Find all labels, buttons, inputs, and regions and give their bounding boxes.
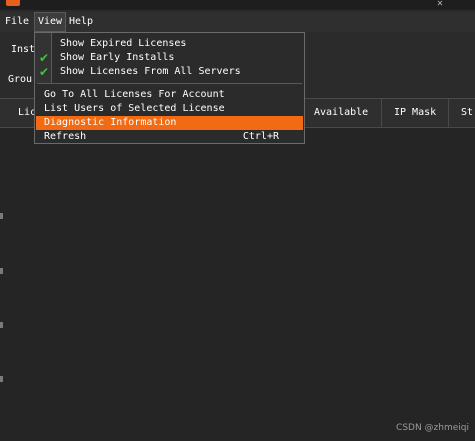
title-bar: ✕ [0, 0, 475, 10]
menu-item-show-licenses-all-servers[interactable]: ✔ Show Licenses From All Servers [36, 65, 303, 79]
menu-item-label: List Users of Selected License [44, 103, 225, 114]
watermark: CSDN @zhmeiqi [396, 423, 469, 433]
menu-item-shortcut: Ctrl+R [242, 131, 279, 142]
menu-item-show-early-installs[interactable]: ✔ Show Early Installs [36, 51, 303, 65]
menu-item-go-to-all-licenses[interactable]: Go To All Licenses For Account [36, 88, 303, 102]
menu-view[interactable]: View [34, 12, 67, 32]
scroll-mark [0, 376, 3, 382]
license-table-body[interactable] [0, 128, 475, 441]
app-icon [6, 0, 20, 6]
checkmark-icon: ✔ [39, 65, 50, 79]
menu-item-label: Diagnostic Information [44, 117, 177, 128]
menu-item-label: Show Expired Licenses [60, 38, 187, 49]
menu-item-label: Refresh [44, 131, 87, 142]
scroll-mark [0, 213, 3, 219]
column-header-available[interactable]: Available [304, 99, 381, 127]
menu-separator [37, 83, 302, 84]
column-header-ip-mask[interactable]: IP Mask [381, 99, 448, 127]
menu-item-diagnostic-information[interactable]: Diagnostic Information [36, 116, 303, 130]
menu-item-list-users[interactable]: List Users of Selected License [36, 102, 303, 116]
scroll-mark [0, 268, 3, 274]
menu-item-refresh[interactable]: Refresh Ctrl+R [36, 130, 303, 144]
menu-file[interactable]: File [2, 12, 32, 32]
install-label[interactable]: Inst [11, 44, 35, 55]
menu-item-label: Show Early Installs [60, 52, 175, 63]
menu-help[interactable]: Help [66, 12, 96, 32]
group-label: Grou [8, 74, 33, 85]
close-window-icon[interactable]: ✕ [433, 0, 447, 8]
view-menu-dropdown: Show Expired Licenses ✔ Show Early Insta… [34, 32, 305, 144]
menu-item-show-expired-licenses[interactable]: Show Expired Licenses [36, 37, 303, 51]
menu-bar: File View Help [0, 12, 475, 32]
menu-item-label: Go To All Licenses For Account [44, 89, 225, 100]
menu-item-label: Show Licenses From All Servers [60, 66, 241, 77]
checkmark-icon: ✔ [39, 51, 50, 65]
column-header-status[interactable]: St [448, 99, 475, 127]
scroll-mark [0, 322, 3, 328]
